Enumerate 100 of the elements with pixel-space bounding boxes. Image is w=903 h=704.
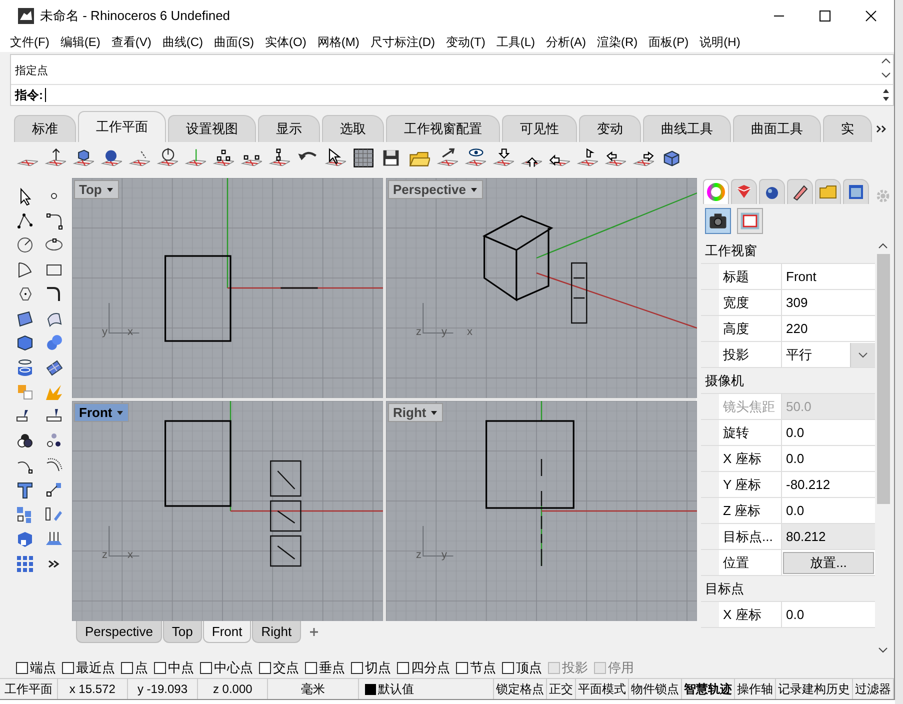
osnap-checkbox[interactable]: 垂点: [305, 659, 345, 677]
menu-item[interactable]: 渲染(R): [597, 34, 638, 50]
eye-plane-icon[interactable]: [464, 147, 486, 169]
pencil-icon[interactable]: [787, 179, 813, 204]
scrollbar-thumb[interactable]: [876, 254, 890, 504]
property-value[interactable]: 220: [782, 316, 875, 341]
plane-axis-icon[interactable]: [184, 147, 206, 169]
toolbar-tab[interactable]: 标准: [14, 115, 76, 142]
viewport-tab[interactable]: Front: [202, 621, 252, 643]
viewport-frame-icon[interactable]: [737, 208, 763, 234]
text-icon[interactable]: [14, 480, 34, 500]
status-toggle[interactable]: 记录建构历史: [776, 679, 853, 699]
osnap-checkbox[interactable]: 节点: [456, 659, 496, 677]
cplane-status[interactable]: 工作平面: [0, 679, 58, 699]
grid-icon[interactable]: [352, 147, 374, 169]
property-value[interactable]: Front: [782, 264, 875, 289]
plane-points-icon[interactable]: [268, 147, 290, 169]
toolbar-tab[interactable]: 选取: [322, 115, 384, 142]
toolbar-tab[interactable]: 设置视图: [168, 115, 256, 142]
cursor-plane-icon[interactable]: [324, 147, 346, 169]
units-status[interactable]: 毫米: [268, 679, 360, 699]
caret-icon[interactable]: [430, 410, 438, 416]
menu-item[interactable]: 曲线(C): [162, 34, 203, 50]
polyline-icon[interactable]: [14, 210, 34, 231]
menu-item[interactable]: 分析(A): [546, 34, 586, 50]
status-toggle[interactable]: 平面模式: [576, 679, 629, 699]
up-arrow-plane-icon[interactable]: [576, 147, 598, 169]
osnap-checkbox[interactable]: 中点: [154, 659, 194, 677]
viewport-title[interactable]: Top: [74, 180, 119, 199]
caret-icon[interactable]: [116, 410, 124, 416]
chevron-up-icon[interactable]: [878, 242, 888, 250]
property-value[interactable]: 0.0: [782, 498, 875, 523]
toolbar-tab[interactable]: 曲线工具: [643, 115, 731, 142]
viewport-title[interactable]: Perspective: [388, 180, 483, 199]
chevron-down-icon[interactable]: [881, 71, 891, 79]
menu-item[interactable]: 尺寸标注(D): [370, 34, 435, 50]
osnap-checkbox[interactable]: 四分点: [397, 659, 450, 677]
command-field[interactable]: 指令:: [11, 85, 893, 105]
status-toggle[interactable]: 智慧轨迹: [682, 679, 735, 699]
curve-icon[interactable]: [44, 210, 64, 231]
front-viewport-drawing[interactable]: [72, 401, 383, 621]
color-wheel-icon[interactable]: [703, 179, 729, 204]
folder-icon[interactable]: [815, 179, 841, 204]
menu-item[interactable]: 编辑(E): [60, 34, 100, 50]
layers-icon[interactable]: [731, 179, 757, 204]
toolbar-tab[interactable]: 变动: [579, 115, 641, 142]
down-arrow-plane-icon[interactable]: [492, 147, 514, 169]
menu-item[interactable]: 网格(M): [317, 34, 360, 50]
toolbar-tab[interactable]: 工作视窗配置: [386, 115, 500, 142]
caret-icon[interactable]: [470, 186, 478, 192]
cube-plane-icon[interactable]: [72, 147, 94, 169]
help-window-icon[interactable]: [843, 179, 869, 204]
camera-icon[interactable]: [705, 208, 731, 234]
menu-item[interactable]: 面板(P): [648, 34, 689, 50]
status-toggle[interactable]: 物件锁点: [628, 679, 682, 699]
toolbar-tab[interactable]: 曲面工具: [733, 115, 821, 142]
plane-points-icon[interactable]: [212, 147, 234, 169]
surface-icon[interactable]: [14, 308, 34, 329]
plane-arrow-icon[interactable]: [436, 147, 458, 169]
cube-icon[interactable]: [14, 333, 34, 354]
toolbar-tab[interactable]: 实: [823, 115, 872, 142]
toolbar-tab[interactable]: 工作平面: [78, 111, 166, 142]
status-toggle[interactable]: 锁定格点: [494, 679, 547, 699]
status-toggle[interactable]: 正交: [546, 679, 576, 699]
viewport-title[interactable]: Front: [74, 403, 130, 422]
toolbar-tab[interactable]: 显示: [258, 115, 320, 142]
osnap-checkbox[interactable]: 中心点: [200, 659, 253, 677]
toolbar-tab[interactable]: 可见性: [502, 115, 577, 142]
plane-arrow-icon[interactable]: [44, 147, 66, 169]
menu-item[interactable]: 查看(V): [111, 34, 152, 50]
viewport-tab[interactable]: Perspective: [76, 621, 162, 643]
plane-rotate-icon[interactable]: [156, 147, 178, 169]
menu-item[interactable]: 曲面(S): [214, 34, 254, 50]
viewport-title[interactable]: Right: [388, 403, 444, 422]
mesh-icon[interactable]: [44, 358, 64, 378]
more-chevron-icon[interactable]: [876, 124, 888, 134]
osnap-checkbox[interactable]: 点: [121, 659, 148, 677]
plus-icon[interactable]: [308, 626, 320, 638]
status-toggle[interactable]: 过滤器: [852, 679, 894, 699]
menu-item[interactable]: 工具(L): [496, 34, 535, 50]
chevron-down-icon[interactable]: [878, 646, 888, 654]
viewport-tab[interactable]: Right: [252, 621, 301, 643]
property-value[interactable]: 0.0: [782, 602, 875, 627]
property-value[interactable]: 0.0: [782, 446, 875, 471]
caret-icon[interactable]: [106, 186, 114, 192]
property-value[interactable]: -80.212: [782, 472, 875, 497]
osnap-checkbox[interactable]: 最近点: [62, 659, 115, 677]
place-button[interactable]: 放置...: [783, 552, 874, 574]
grid-dots-icon[interactable]: [14, 554, 34, 574]
chevron-up-icon[interactable]: [881, 57, 891, 65]
osnap-checkbox[interactable]: 顶点: [502, 659, 542, 677]
menu-item[interactable]: 实体(O): [265, 34, 306, 50]
osnap-checkbox[interactable]: 切点: [351, 659, 391, 677]
property-value[interactable]: 0.0: [782, 420, 875, 445]
menu-item[interactable]: 说明(H): [700, 34, 740, 50]
osnap-checkbox[interactable]: 交点: [259, 659, 299, 677]
projection-dropdown[interactable]: 平行: [782, 342, 875, 367]
viewport-tab[interactable]: Top: [162, 621, 202, 643]
property-value[interactable]: 309: [782, 290, 875, 315]
menu-item[interactable]: 变动(T): [446, 34, 486, 50]
